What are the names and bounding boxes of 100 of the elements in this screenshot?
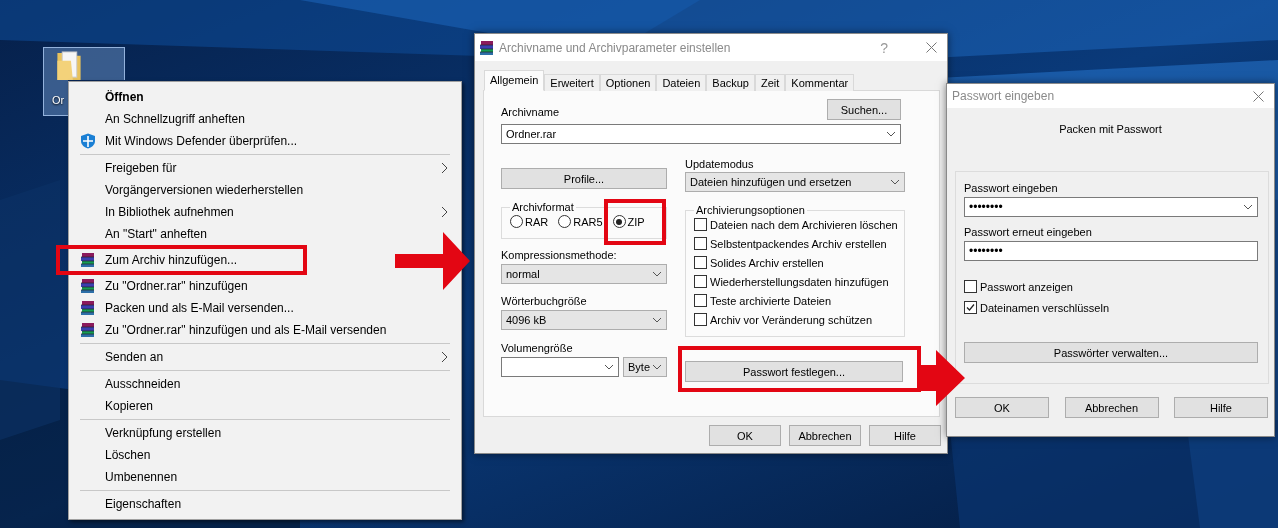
radio-indicator[interactable] <box>612 215 626 228</box>
menu-item-label: Vorgängerversionen wiederherstellen <box>105 183 305 197</box>
group-label: Archivformat <box>511 201 575 213</box>
window-title: Archivname und Archivparameter einstellen <box>499 40 732 55</box>
close-icon[interactable] <box>1253 90 1264 102</box>
checkbox-option[interactable]: Wiederherstellungsdaten hinzufügen <box>694 275 898 288</box>
unit-dropdown[interactable]: Byte <box>623 357 667 377</box>
chevron-down-icon <box>652 364 662 370</box>
menu-item-label: Eigenschaften <box>105 497 183 511</box>
chevron-down-icon <box>1243 204 1253 210</box>
chevron-down-icon <box>604 364 614 370</box>
menu-item[interactable]: Freigeben für <box>70 157 460 179</box>
checkbox-option[interactable]: Selbstentpackendes Archiv erstellen <box>694 237 898 250</box>
set-password-button[interactable]: Passwort festlegen... <box>685 361 903 382</box>
menu-item[interactable]: Ausschneiden <box>70 373 460 395</box>
menu-item-label: Verknüpfung erstellen <box>105 426 223 440</box>
update-mode-dropdown[interactable]: Dateien hinzufügen und ersetzen <box>685 172 905 192</box>
radio-indicator[interactable] <box>558 215 572 228</box>
checkbox-option[interactable]: Dateien nach dem Archivieren löschen <box>694 218 898 231</box>
menu-item[interactable]: Mit Windows Defender überprüfen... <box>70 130 460 152</box>
menu-item[interactable]: Zu "Ordner.rar" hinzufügen und als E-Mail versenden <box>70 319 460 341</box>
checkbox-option[interactable]: Passwort anzeigen <box>964 280 1258 293</box>
compression-dropdown[interactable]: normal <box>501 264 667 284</box>
desktop-icon[interactable] <box>43 47 125 80</box>
browse-button[interactable]: Suchen... <box>827 99 901 120</box>
menu-item[interactable]: Packen und als E-Mail versenden... <box>70 297 460 319</box>
checkbox[interactable] <box>694 256 707 269</box>
menu-item-label: Freigeben für <box>105 161 178 175</box>
field-label: Wörterbuchgröße <box>501 295 588 307</box>
dictionary-dropdown[interactable]: 4096 kB <box>501 310 667 330</box>
field-label: Archivname <box>501 106 560 118</box>
manage-passwords-button[interactable]: Passwörter verwalten... <box>964 342 1258 363</box>
menu-item-label: An "Start" anheften <box>105 227 208 241</box>
menu-item-label: Umbenennen <box>105 470 179 484</box>
profiles-button[interactable]: Profile... <box>501 168 667 189</box>
menu-item[interactable]: Umbenennen <box>70 466 460 488</box>
dialog-button[interactable]: Hilfe <box>1174 397 1268 418</box>
menu-item-label: Kopieren <box>105 399 155 413</box>
tab[interactable]: Kommentar <box>785 74 855 91</box>
pointer-arrow <box>920 350 965 406</box>
menu-item[interactable]: Zu "Ordner.rar" hinzufügen <box>70 275 460 297</box>
field-label: Volumengröße <box>501 342 574 354</box>
menu-item-label: Öffnen <box>105 90 145 104</box>
checkbox-option[interactable]: Solides Archiv erstellen <box>694 256 898 269</box>
menu-item[interactable]: Zum Archiv hinzufügen... <box>70 249 250 271</box>
tab[interactable]: Dateien <box>656 74 707 91</box>
dialog-button[interactable]: Abbrechen <box>789 425 861 446</box>
tab[interactable]: Erweitert <box>544 74 600 91</box>
radio-indicator[interactable] <box>510 215 523 228</box>
menu-item[interactable]: Eigenschaften <box>70 493 460 515</box>
chevron-down-icon <box>652 271 662 277</box>
window-title: Passwort eingeben <box>952 89 1056 103</box>
close-icon[interactable] <box>926 42 937 53</box>
checkbox-option[interactable]: Dateinamen verschlüsseln <box>964 301 1258 314</box>
books-icon <box>479 39 495 56</box>
checkbox[interactable] <box>694 275 707 288</box>
checkbox[interactable] <box>694 313 707 326</box>
menu-item[interactable]: Öffnen <box>70 86 460 108</box>
field-label: Updatemodus <box>685 158 755 170</box>
dialog-button[interactable]: OK <box>709 425 781 446</box>
password-field[interactable]: •••••••• <box>964 197 1258 217</box>
books-icon <box>80 322 96 338</box>
menu-item[interactable]: Senden an <box>70 346 460 368</box>
books-icon <box>80 252 96 268</box>
checkbox[interactable] <box>694 218 707 231</box>
menu-item[interactable]: An Schnellzugriff anheften <box>70 108 460 130</box>
radio-option[interactable]: RAR5 <box>558 215 603 228</box>
menu-item[interactable]: In Bibliothek aufnehmen <box>70 201 460 223</box>
chevron-down-icon <box>886 131 896 137</box>
menu-item[interactable]: Löschen <box>70 444 460 466</box>
dialog-button[interactable]: OK <box>955 397 1049 418</box>
checkbox[interactable] <box>964 301 977 314</box>
menu-item-label: Mit Windows Defender überprüfen... <box>105 134 299 148</box>
checkbox[interactable] <box>694 237 707 250</box>
icon-label: Or <box>43 80 68 116</box>
password-field[interactable]: •••••••• <box>964 241 1258 261</box>
radio-option[interactable]: RAR <box>510 215 549 228</box>
chevron-down-icon <box>652 317 662 323</box>
tab[interactable]: Backup <box>706 74 755 91</box>
dialog-button[interactable]: Abbrechen <box>1064 397 1159 418</box>
menu-item-label: An Schnellzugriff anheften <box>105 112 246 126</box>
checkbox[interactable] <box>964 280 977 293</box>
menu-item[interactable]: Vorgängerversionen wiederherstellen <box>70 179 460 201</box>
dialog-button[interactable]: Hilfe <box>869 425 941 446</box>
volume-size-field[interactable] <box>501 357 619 377</box>
menu-item-label: Zu "Ordner.rar" hinzufügen <box>105 279 249 293</box>
tab[interactable]: Zeit <box>755 74 786 91</box>
archive-name-field[interactable]: Ordner.rar <box>501 124 901 144</box>
menu-item[interactable]: An "Start" anheften <box>70 223 460 245</box>
dialog-heading: Packen mit Passwort <box>1059 123 1162 135</box>
menu-item-label: Ausschneiden <box>105 377 182 391</box>
checkbox-option[interactable]: Archiv vor Veränderung schützen <box>694 313 898 326</box>
menu-item[interactable]: Kopieren <box>70 395 460 417</box>
tab[interactable]: Allgemein <box>484 70 545 91</box>
checkbox-option[interactable]: Teste archivierte Dateien <box>694 294 898 307</box>
menu-item[interactable]: Verknüpfung erstellen <box>70 422 460 444</box>
tab[interactable]: Optionen <box>599 74 657 91</box>
radio-option[interactable]: ZIP <box>612 215 645 228</box>
shield-icon <box>80 133 96 149</box>
checkbox[interactable] <box>694 294 707 307</box>
